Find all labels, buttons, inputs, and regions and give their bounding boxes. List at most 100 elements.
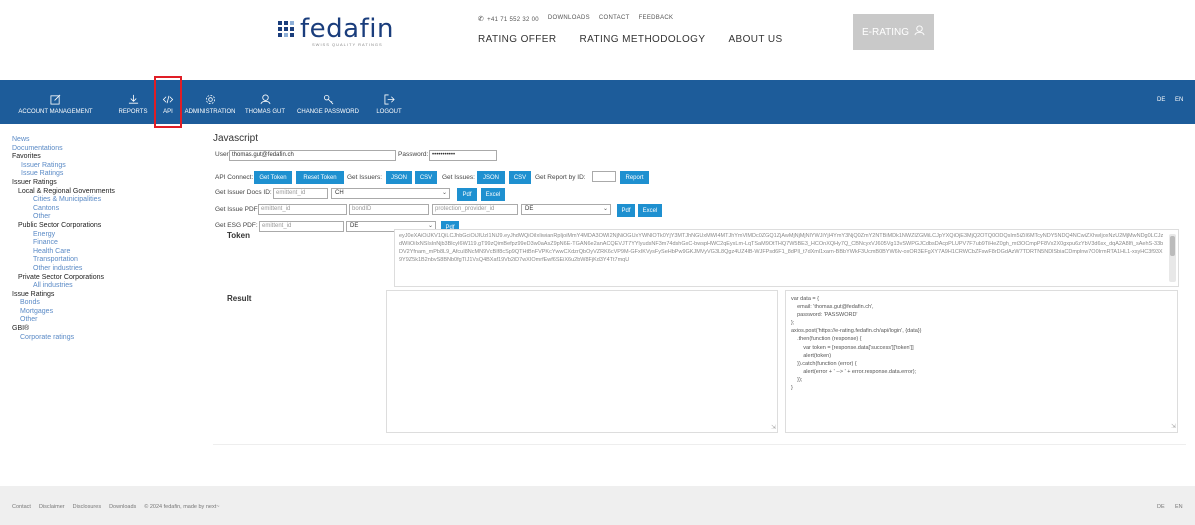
nav-rating-methodology[interactable]: RATING METHODOLOGY [580, 34, 706, 45]
password-label: Password: [398, 151, 429, 158]
token-value: eyJ0eXAiOiJKV1QiLCJhbGciOiJIUzI1NiJ9.eyJ… [399, 233, 1164, 263]
footer-downloads-link[interactable]: Downloads [109, 504, 136, 510]
issuer-docs-emittent-input[interactable]: emittent_id [273, 188, 328, 199]
code-example[interactable]: var data = { email: 'thomas.gut@fedafin.… [785, 290, 1178, 433]
sidebar-ir-other[interactable]: Other [12, 316, 197, 325]
nav-logout[interactable]: LOGOUT [372, 80, 406, 124]
sidebar-documentations[interactable]: Documentations [12, 145, 197, 154]
code-line: }); [791, 376, 803, 383]
footer-contact-link[interactable]: Contact [12, 504, 31, 510]
issuer-docs-excel-button[interactable]: Excel [481, 188, 505, 201]
sidebar-lr-other[interactable]: Other [12, 213, 197, 222]
report-button[interactable]: Report [620, 171, 649, 184]
footer-disclaimer-link[interactable]: Disclaimer [39, 504, 65, 510]
phone-icon: ✆ [478, 16, 485, 23]
issuer-docs-pdf-button[interactable]: Pdf [457, 188, 477, 201]
sidebar-fav-issuer-ratings[interactable]: Issuer Ratings [12, 162, 197, 171]
issue-pdf-button[interactable]: Pdf [617, 204, 635, 217]
issue-excel-button[interactable]: Excel [638, 204, 662, 217]
code-line: } [791, 385, 793, 392]
e-rating-button[interactable]: E-RATING [853, 14, 934, 50]
page-title: Javascript [213, 133, 259, 144]
code-line: }).catch(function (error) { [791, 360, 857, 367]
issuer-docs-country-select[interactable]: CH ⌄ [331, 188, 450, 199]
sidebar-cities[interactable]: Cities & Municipalities [12, 196, 197, 205]
sidebar-energy[interactable]: Energy [12, 231, 197, 240]
sidebar-favorites: Favorites [12, 153, 41, 161]
sidebar-all-industries[interactable]: All industries [12, 282, 197, 291]
issue-pdf-label: Get Issue PDF: [215, 206, 260, 213]
sidebar-news[interactable]: News [12, 136, 197, 145]
footer-copyright: © 2024 fedafin, made by next~ [144, 504, 220, 510]
nav-user[interactable]: THOMAS GUT [245, 80, 285, 124]
sidebar-finance[interactable]: Finance [12, 239, 197, 248]
get-report-label: Get Report by ID: [535, 174, 586, 181]
esg-pdf-emittent-input[interactable]: emittent_id [259, 221, 344, 232]
contact-link[interactable]: CONTACT [599, 15, 630, 23]
issuers-json-button[interactable]: JSON [386, 171, 412, 184]
nav-rating-offer[interactable]: RATING OFFER [478, 34, 557, 45]
result-textarea[interactable]: ⇲ [386, 290, 778, 433]
feedback-link[interactable]: FEEDBACK [639, 15, 674, 23]
sidebar-mortgages[interactable]: Mortgages [12, 308, 197, 317]
code-line: var token = [response.data['success']['t… [791, 344, 914, 351]
footer-disclosures-link[interactable]: Disclosures [73, 504, 101, 510]
user-icon [260, 94, 271, 107]
token-scrollbar[interactable] [1169, 234, 1176, 282]
nav-change-password[interactable]: CHANGE PASSWORD [293, 80, 363, 124]
sidebar-gbi: GBI® [12, 325, 30, 333]
result-label: Result [227, 294, 252, 303]
e-rating-label: E-RATING [861, 26, 910, 38]
report-id-input[interactable] [592, 171, 616, 182]
sidebar-fav-issue-ratings[interactable]: Issue Ratings [12, 170, 197, 179]
footer-lang-en[interactable]: EN [1175, 504, 1183, 510]
esg-pdf-label: Get ESG PDF: [215, 222, 258, 229]
reset-token-button[interactable]: Reset Token [296, 171, 344, 184]
user-icon [914, 25, 925, 39]
top-info-bar: ✆ +41 71 552 32 00 DOWNLOADS CONTACT FEED… [478, 15, 673, 23]
code-line: }; [791, 320, 795, 327]
nav-reports[interactable]: REPORTS [114, 80, 152, 124]
token-textarea[interactable]: eyJ0eXAiOiJKV1QiLCJhbGciOiJIUzI1NiJ9.eyJ… [394, 229, 1179, 287]
sidebar-issue-ratings: Issue Ratings [12, 290, 55, 298]
sidebar-other-industries[interactable]: Other industries [12, 265, 197, 274]
lang-de[interactable]: DE [1157, 97, 1165, 103]
key-icon [323, 94, 334, 107]
issue-pdf-emittent-input[interactable]: emittent_id [258, 204, 347, 215]
logo-text: fedafin [300, 14, 394, 44]
issuers-csv-button[interactable]: CSV [415, 171, 437, 184]
token-label: Token [227, 231, 250, 240]
nav-about-us[interactable]: ABOUT US [728, 34, 782, 45]
code-line: alert(error + ' --> ' + error.response.d… [791, 368, 917, 375]
nav-account-management[interactable]: ACCOUNT MANAGEMENT [8, 80, 103, 124]
main-nav: RATING OFFER RATING METHODOLOGY ABOUT US [478, 34, 783, 45]
sidebar-corporate-ratings[interactable]: Corporate ratings [12, 334, 197, 343]
sidebar-cantons[interactable]: Cantons [12, 205, 197, 214]
issue-pdf-bondid-input[interactable]: bondID [349, 204, 429, 215]
issues-csv-button[interactable]: CSV [509, 171, 531, 184]
sidebar-public-sector: Public Sector Corporations [18, 221, 102, 229]
issues-json-button[interactable]: JSON [477, 171, 505, 184]
sidebar-transportation[interactable]: Transportation [12, 256, 197, 265]
user-input[interactable]: thomas.gut@fedafin.ch [229, 150, 396, 161]
sidebar-issuer-ratings: Issuer Ratings [12, 178, 57, 186]
code-line: password: 'PASSWORD' [791, 312, 858, 319]
lang-en[interactable]: EN [1175, 97, 1183, 103]
sidebar-private-sector: Private Sector Corporations [18, 273, 104, 281]
sidebar-bonds[interactable]: Bonds [12, 299, 197, 308]
logo-grid-icon [278, 21, 294, 37]
issue-pdf-protection-input[interactable]: protection_provider_id [432, 204, 518, 215]
resize-handle-icon[interactable]: ⇲ [1171, 423, 1176, 431]
downloads-link[interactable]: DOWNLOADS [548, 15, 590, 23]
nav-administration[interactable]: ADMINISTRATION [185, 80, 235, 124]
footer-lang-de[interactable]: DE [1157, 504, 1165, 510]
edit-icon [50, 94, 61, 107]
logout-icon [384, 94, 395, 107]
password-input[interactable]: ••••••••••• [429, 150, 497, 161]
fedafin-logo[interactable]: fedafin SWISS QUALITY RATINGS [278, 14, 394, 47]
get-token-button[interactable]: Get Token [254, 171, 292, 184]
issue-pdf-language-select[interactable]: DE ⌄ [521, 204, 611, 215]
sidebar-health-care[interactable]: Health Care [12, 248, 197, 257]
resize-handle-icon[interactable]: ⇲ [771, 424, 776, 431]
phone-number[interactable]: ✆ +41 71 552 32 00 [478, 15, 539, 23]
